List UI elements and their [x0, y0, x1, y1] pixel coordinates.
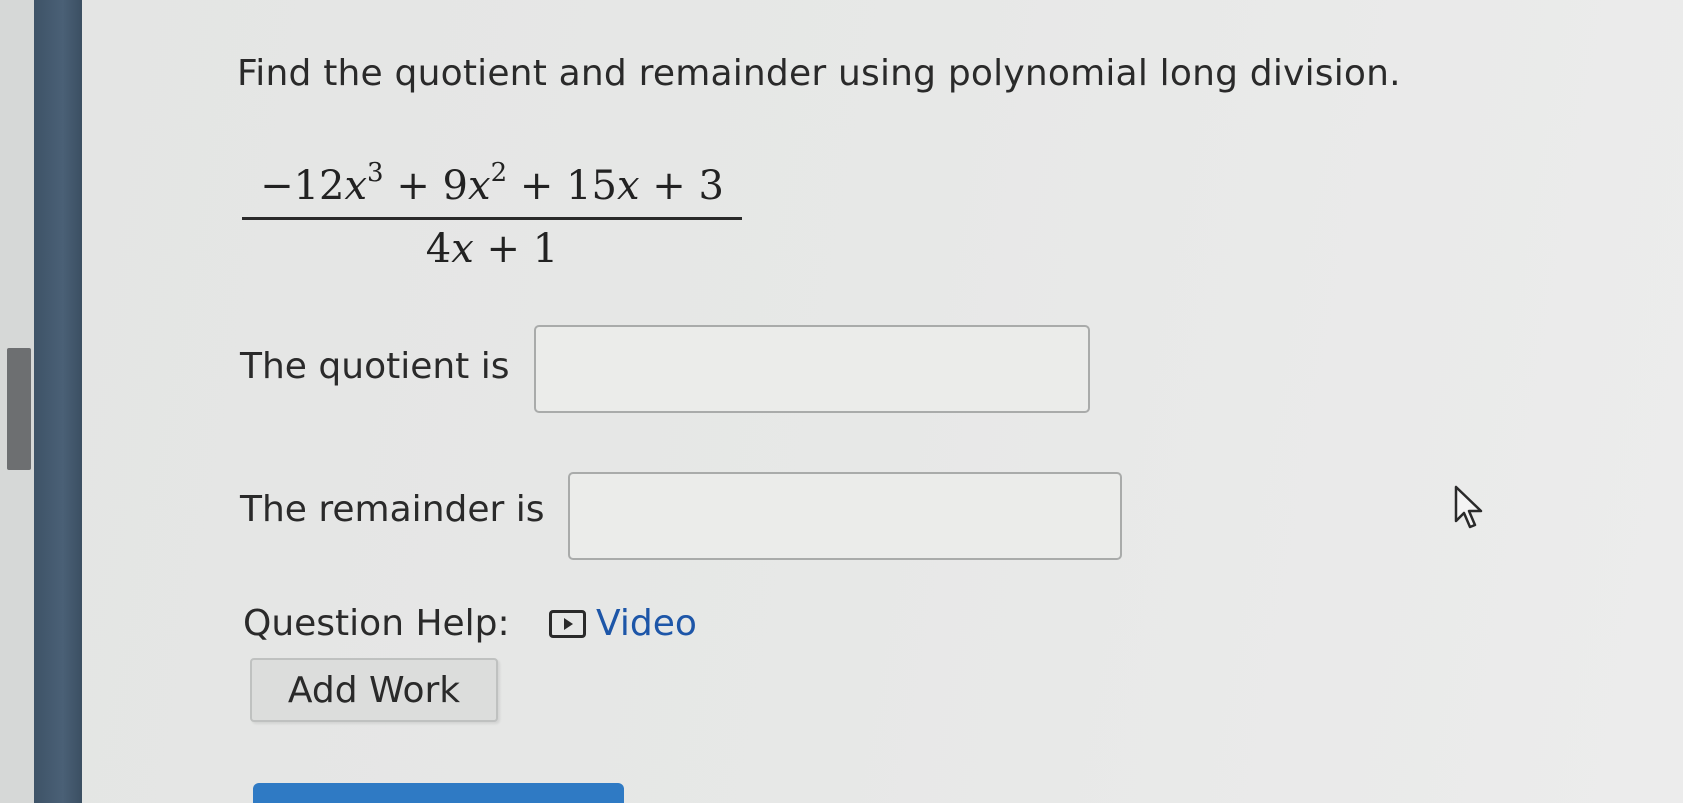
- mouse-pointer-icon: [1454, 485, 1486, 535]
- polynomial-fraction: −12x3 + 9x2 + 15x + 3 4x + 1: [242, 158, 742, 272]
- side-panel: [34, 0, 82, 803]
- scrollbar-thumb[interactable]: [7, 348, 31, 470]
- video-help-link[interactable]: Video: [549, 603, 697, 644]
- quotient-label: The quotient is: [240, 346, 510, 387]
- numerator-term2-coef: 9: [442, 163, 468, 209]
- numerator-term2-var: x: [468, 163, 491, 209]
- numerator-term4: 3: [698, 163, 724, 209]
- numerator-op2: +: [519, 163, 554, 209]
- denominator-var: x: [451, 226, 474, 272]
- remainder-input[interactable]: [568, 472, 1122, 560]
- numerator-term3-coef: 15: [566, 163, 617, 209]
- video-link-label: Video: [596, 603, 697, 644]
- fraction-bar: [242, 217, 742, 220]
- numerator-term1-var: x: [344, 163, 368, 209]
- remainder-label: The remainder is: [240, 489, 545, 530]
- question-prompt: Find the quotient and remainder using po…: [237, 53, 1401, 94]
- numerator-term1-exp: 3: [367, 158, 384, 188]
- scrollbar-track[interactable]: [0, 0, 34, 803]
- denominator-coef: 4: [425, 226, 452, 272]
- numerator-term3-var: x: [616, 163, 640, 209]
- numerator-term1-coef: −12: [260, 163, 345, 209]
- numerator-op3: +: [652, 163, 686, 209]
- play-icon: [549, 609, 586, 638]
- fraction-numerator: −12x3 + 9x2 + 15x + 3: [242, 158, 742, 209]
- question-content: Find the quotient and remainder using po…: [82, 0, 1683, 803]
- quotient-input[interactable]: [534, 325, 1090, 413]
- question-help-label: Question Help:: [243, 603, 510, 644]
- denominator-const: 1: [532, 226, 559, 272]
- numerator-op1: +: [396, 163, 430, 209]
- numerator-term2-exp: 2: [490, 158, 508, 188]
- fraction-denominator: 4x + 1: [242, 226, 742, 272]
- submit-button[interactable]: [253, 783, 624, 803]
- add-work-button[interactable]: Add Work: [250, 658, 498, 722]
- denominator-op: +: [486, 226, 521, 272]
